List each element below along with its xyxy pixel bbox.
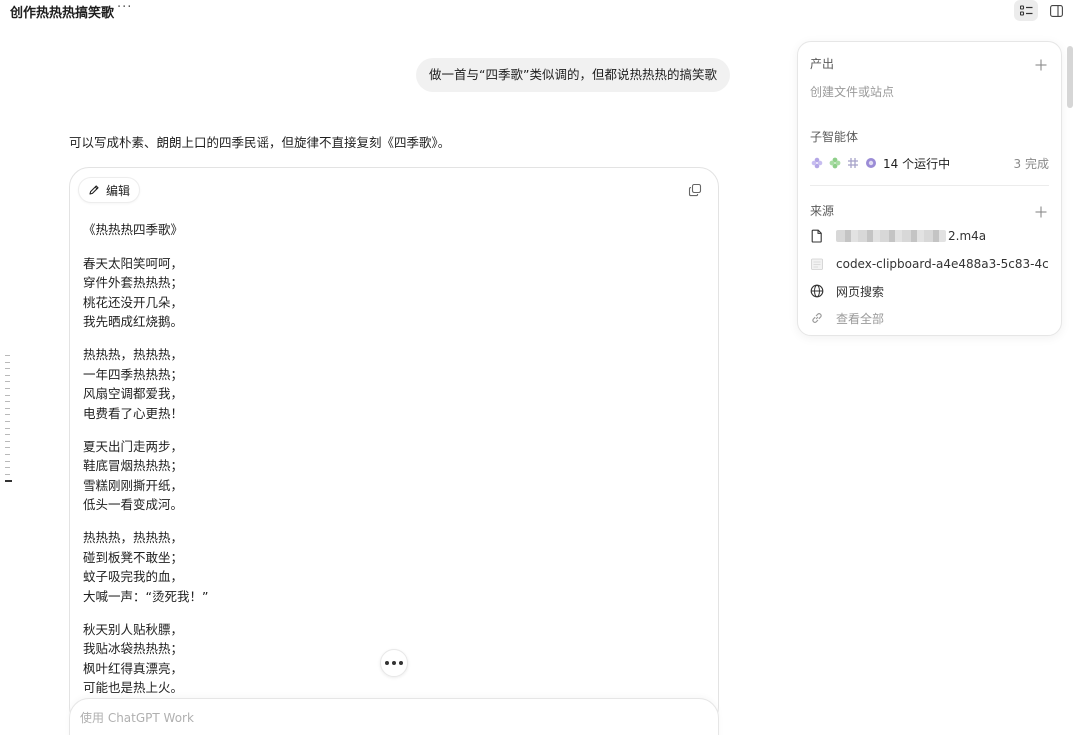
source-web-search[interactable]: 网页搜索 — [810, 282, 1049, 300]
add-source-button[interactable] — [1035, 203, 1047, 218]
copy-button[interactable] — [688, 182, 704, 198]
web-search-label: 网页搜索 — [836, 284, 885, 299]
message-input[interactable] — [80, 711, 680, 725]
conversation-minimap[interactable] — [5, 355, 13, 488]
copy-icon — [688, 183, 702, 197]
lyric-line: 桃花还没开几朵， — [83, 294, 184, 310]
file-icon — [810, 229, 824, 243]
lyric-line: 风扇空调都爱我， — [83, 386, 184, 401]
lyric-line: 秋天别人贴秋膘， — [83, 621, 184, 637]
song-document-card: 编辑 《热热热四季歌》 春天太阳笑呵呵， 穿件外套热热热； 桃花还没开几朵， 我… — [69, 167, 719, 727]
source-clipboard[interactable]: codex-clipboard-a4e488a3-5c83-4cd5- — [810, 255, 1049, 273]
agent-flower-icon — [810, 157, 823, 170]
edit-label: 编辑 — [106, 183, 131, 198]
link-icon — [810, 311, 824, 325]
plus-icon — [1035, 206, 1047, 218]
output-heading: 产出 — [810, 57, 835, 71]
stanza: 热热热，热热热， 碰到板凳不敢坐； 蚊子吸完我的血， 大喊一声：“烫死我！” — [83, 528, 698, 606]
lyric-line: 一年四季热热热； — [83, 366, 184, 382]
lyric-line: 大喊一声：“烫死我！” — [83, 588, 209, 604]
sources-heading: 来源 — [810, 204, 835, 218]
conversation-title[interactable]: 创作热热热搞笑歌 — [10, 2, 114, 21]
view-all-sources[interactable]: 查看全部 — [810, 309, 1049, 327]
add-output-button[interactable] — [1035, 56, 1047, 71]
subagents-status[interactable]: 14 个运行中 3 完成 — [810, 155, 1049, 171]
expand-document-button[interactable] — [380, 649, 408, 677]
user-message: 做一首与“四季歌”类似调的，但都说热热热的搞笑歌 — [416, 58, 730, 92]
agents-running-count: 14 个运行中 — [883, 156, 951, 171]
list-view-button[interactable] — [1014, 0, 1038, 21]
lyric-line: 热热热，热热热， — [83, 530, 184, 545]
agent-orb-icon — [864, 157, 877, 170]
redacted-filename — [836, 230, 946, 242]
edit-button[interactable]: 编辑 — [78, 177, 141, 203]
scrollbar[interactable] — [1067, 46, 1073, 108]
song-text: 《热热热四季歌》 春天太阳笑呵呵， 穿件外套热热热； 桃花还没开几朵， 我先晒成… — [83, 220, 698, 711]
lyric-line: 可能也是热上火。 — [83, 680, 184, 695]
subagents-heading: 子智能体 — [810, 130, 859, 144]
lyric-line: 碰到板凳不敢坐； — [83, 549, 184, 565]
composer — [69, 698, 719, 735]
lyric-line: 低头一看变成河。 — [83, 497, 184, 512]
lyric-line: 夏天出门走两步， — [83, 438, 184, 454]
agents-done-count: 3 完成 — [1013, 156, 1049, 171]
agent-clover-icon — [828, 157, 841, 170]
lyric-line: 穿件外套热热热； — [83, 275, 184, 290]
sidebar-toggle-icon — [1049, 4, 1063, 17]
song-title: 《热热热四季歌》 — [83, 222, 184, 237]
globe-icon — [810, 284, 824, 298]
create-file-or-site[interactable]: 创建文件或站点 — [810, 83, 894, 100]
agent-grid-icon — [846, 157, 859, 170]
plus-icon — [1035, 59, 1047, 71]
source-audio-file[interactable]: 2.m4a — [810, 227, 1049, 245]
clipboard-name: codex-clipboard-a4e488a3-5c83-4cd5- — [836, 257, 1049, 271]
title-more-button[interactable]: ··· — [117, 0, 132, 15]
stanza: 热热热，热热热， 一年四季热热热； 风扇空调都爱我， 电费看了心更热！ — [83, 345, 698, 423]
clipboard-icon — [810, 257, 824, 271]
lyric-line: 蚊子吸完我的血， — [83, 569, 184, 584]
lyric-line: 春天太阳笑呵呵， — [83, 255, 184, 271]
divider — [810, 185, 1049, 186]
lyric-line: 我先晒成红烧鹅。 — [83, 314, 184, 329]
view-all-label: 查看全部 — [836, 311, 885, 326]
list-view-icon — [1019, 4, 1032, 16]
sidebar-toggle-button[interactable] — [1044, 0, 1068, 21]
lyric-line: 热热热，热热热， — [83, 347, 184, 362]
side-panel: 产出 创建文件或站点 子智能体 14 个运行中 3 完成 来源 2.m4a co… — [797, 41, 1062, 336]
stanza: 春天太阳笑呵呵， 穿件外套热热热； 桃花还没开几朵， 我先晒成红烧鹅。 — [83, 254, 698, 332]
lyric-line: 鞋底冒烟热热热； — [83, 458, 184, 473]
lyric-line: 电费看了心更热！ — [83, 405, 184, 421]
stanza: 夏天出门走两步， 鞋底冒烟热热热； 雪糕刚刚撕开纸， 低头一看变成河。 — [83, 437, 698, 515]
audio-file-suffix: 2.m4a — [948, 229, 987, 243]
lyric-line: 雪糕刚刚撕开纸， — [83, 477, 184, 493]
top-bar: 创作热热热搞笑歌 ··· — [0, 0, 1080, 22]
assistant-intro-text: 可以写成朴素、朗朗上口的四季民谣，但旋律不直接复刻《四季歌》。 — [69, 135, 451, 150]
pencil-icon — [89, 185, 99, 195]
